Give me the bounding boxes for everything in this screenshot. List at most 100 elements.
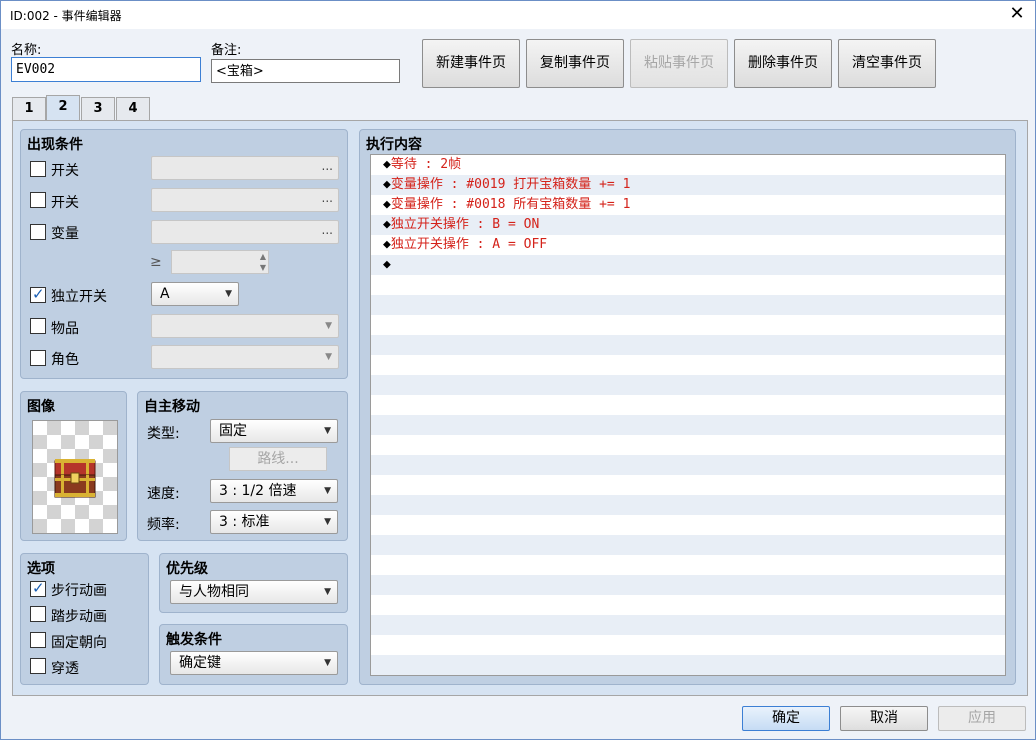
trigger-title: 触发条件 (166, 632, 222, 648)
switch2-picker[interactable]: ... (151, 188, 339, 212)
diamond-icon: ◆ (383, 237, 391, 252)
apply-button[interactable]: 应用 (938, 706, 1026, 731)
autonomous-title: 自主移动 (144, 399, 200, 415)
chevron-down-icon: ▼ (325, 321, 332, 331)
move-speed-label: 速度: (147, 486, 180, 502)
walking-anim-checkbox[interactable] (30, 579, 46, 597)
command-text: 变量操作 : #0019 打开宝箱数量 += 1 (390, 177, 631, 192)
switch1-checkbox[interactable] (30, 161, 46, 177)
move-frequency-label: 频率: (147, 517, 180, 533)
note-input[interactable]: <宝箱> (211, 59, 400, 83)
autonomous-movement-panel: 自主移动 类型: 固定 ▼ 路线... 速度: 3 : 1/2 倍速 ▼ 频率:… (137, 391, 348, 541)
command-text: 等待 : 2帧 (390, 157, 462, 172)
chevron-down-icon: ▼ (324, 517, 331, 527)
new-page-button[interactable]: 新建事件页 (422, 39, 520, 88)
priority-value: 与人物相同 (179, 584, 249, 600)
item-label: 物品 (51, 321, 79, 337)
chevron-down-icon: ▼ (324, 426, 331, 436)
diamond-icon: ◆ (383, 217, 391, 232)
ellipsis-icon: ... (321, 159, 333, 173)
note-label: 备注: (211, 43, 242, 58)
switch1-picker[interactable]: ... (151, 156, 339, 180)
event-image-preview[interactable] (32, 420, 118, 534)
tab-page-3[interactable]: 3 (81, 97, 115, 121)
priority-title: 优先级 (166, 561, 208, 577)
trigger-value: 确定键 (179, 655, 221, 671)
diamond-icon: ◆ (383, 197, 391, 212)
through-label: 穿透 (51, 661, 79, 677)
command-text: 变量操作 : #0018 所有宝箱数量 += 1 (390, 197, 631, 212)
spin-down-icon[interactable]: ▼ (260, 263, 266, 272)
name-input[interactable]: EV002 (11, 57, 201, 82)
variable-picker[interactable]: ... (151, 220, 339, 244)
image-title: 图像 (27, 399, 55, 415)
tab-page-2[interactable]: 2 (46, 95, 80, 121)
trigger-select[interactable]: 确定键 ▼ (170, 651, 338, 675)
chevron-down-icon: ▼ (225, 289, 232, 299)
diamond-icon: ◆ (383, 157, 391, 172)
tab-page-1[interactable]: 1 (12, 97, 46, 121)
command-row[interactable]: ◆变量操作 : #0019 打开宝箱数量 += 1 (371, 175, 1005, 195)
trigger-panel: 触发条件 确定键 ▼ (159, 624, 348, 685)
diamond-icon: ◆ (383, 257, 391, 272)
self-switch-label: 独立开关 (51, 289, 107, 305)
options-panel: 选项 步行动画 踏步动画 固定朝向 穿透 (20, 553, 149, 685)
move-speed-value: 3 : 1/2 倍速 (219, 483, 297, 499)
move-type-value: 固定 (219, 423, 247, 439)
clear-page-button[interactable]: 清空事件页 (838, 39, 936, 88)
switch2-checkbox[interactable] (30, 192, 46, 208)
variable-value-spinner[interactable]: ▲ ▼ (171, 250, 269, 274)
command-row[interactable]: ◆独立开关操作 : B = ON (371, 215, 1005, 235)
item-select[interactable]: ▼ (151, 314, 339, 338)
copy-page-button[interactable]: 复制事件页 (526, 39, 624, 88)
variable-checkbox[interactable] (30, 224, 46, 240)
stepping-anim-checkbox[interactable] (30, 606, 46, 622)
command-row[interactable]: ◆变量操作 : #0018 所有宝箱数量 += 1 (371, 195, 1005, 215)
move-frequency-select[interactable]: 3 : 标准 ▼ (210, 510, 338, 534)
stepping-anim-label: 踏步动画 (51, 609, 107, 625)
move-frequency-value: 3 : 标准 (219, 514, 270, 530)
direction-fix-label: 固定朝向 (51, 635, 107, 651)
options-title: 选项 (27, 561, 55, 577)
move-route-button[interactable]: 路线... (229, 447, 327, 471)
command-row[interactable]: ◆独立开关操作 : A = OFF (371, 235, 1005, 255)
conditions-title: 出现条件 (27, 137, 83, 153)
actor-select[interactable]: ▼ (151, 345, 339, 369)
priority-panel: 优先级 与人物相同 ▼ (159, 553, 348, 613)
ellipsis-icon: ... (321, 223, 333, 237)
chevron-down-icon: ▼ (324, 587, 331, 597)
treasure-chest-icon (54, 459, 96, 498)
priority-select[interactable]: 与人物相同 ▼ (170, 580, 338, 604)
chevron-down-icon: ▼ (324, 486, 331, 496)
delete-page-button[interactable]: 删除事件页 (734, 39, 832, 88)
ok-button[interactable]: 确定 (742, 706, 830, 731)
switch1-label: 开关 (51, 163, 79, 179)
title-bar: ID:002 - 事件编辑器 ✕ (1, 1, 1035, 29)
self-switch-value: A (160, 286, 170, 302)
move-type-label: 类型: (147, 426, 180, 442)
chevron-down-icon: ▼ (324, 658, 331, 668)
direction-fix-checkbox[interactable] (30, 632, 46, 648)
actor-checkbox[interactable] (30, 350, 46, 366)
command-row[interactable]: ◆等待 : 2帧 (371, 155, 1005, 175)
move-speed-select[interactable]: 3 : 1/2 倍速 ▼ (210, 479, 338, 503)
name-label: 名称: (11, 43, 42, 58)
walking-anim-label: 步行动画 (51, 583, 107, 599)
greater-equal-label: ≥ (150, 254, 162, 270)
item-checkbox[interactable] (30, 318, 46, 334)
close-icon[interactable]: ✕ (1007, 4, 1027, 24)
self-switch-select[interactable]: A ▼ (151, 282, 239, 306)
tab-page-4[interactable]: 4 (116, 97, 150, 121)
conditions-panel: 出现条件 开关 ... 开关 ... 变量 ... ≥ ▲ ▼ 独立开关 A ▼… (20, 129, 348, 379)
spin-up-icon[interactable]: ▲ (260, 252, 266, 261)
command-row[interactable]: ◆ (371, 255, 1005, 275)
through-checkbox[interactable] (30, 658, 46, 674)
command-text: 独立开关操作 : B = ON (390, 217, 540, 232)
move-type-select[interactable]: 固定 ▼ (210, 419, 338, 443)
ellipsis-icon: ... (321, 191, 333, 205)
cancel-button[interactable]: 取消 (840, 706, 928, 731)
self-switch-checkbox[interactable] (30, 285, 46, 303)
window-title: ID:002 - 事件编辑器 (10, 9, 122, 23)
command-list[interactable]: ◆等待 : 2帧 ◆变量操作 : #0019 打开宝箱数量 += 1 ◆变量操作… (370, 154, 1006, 676)
paste-page-button[interactable]: 粘贴事件页 (630, 39, 728, 88)
